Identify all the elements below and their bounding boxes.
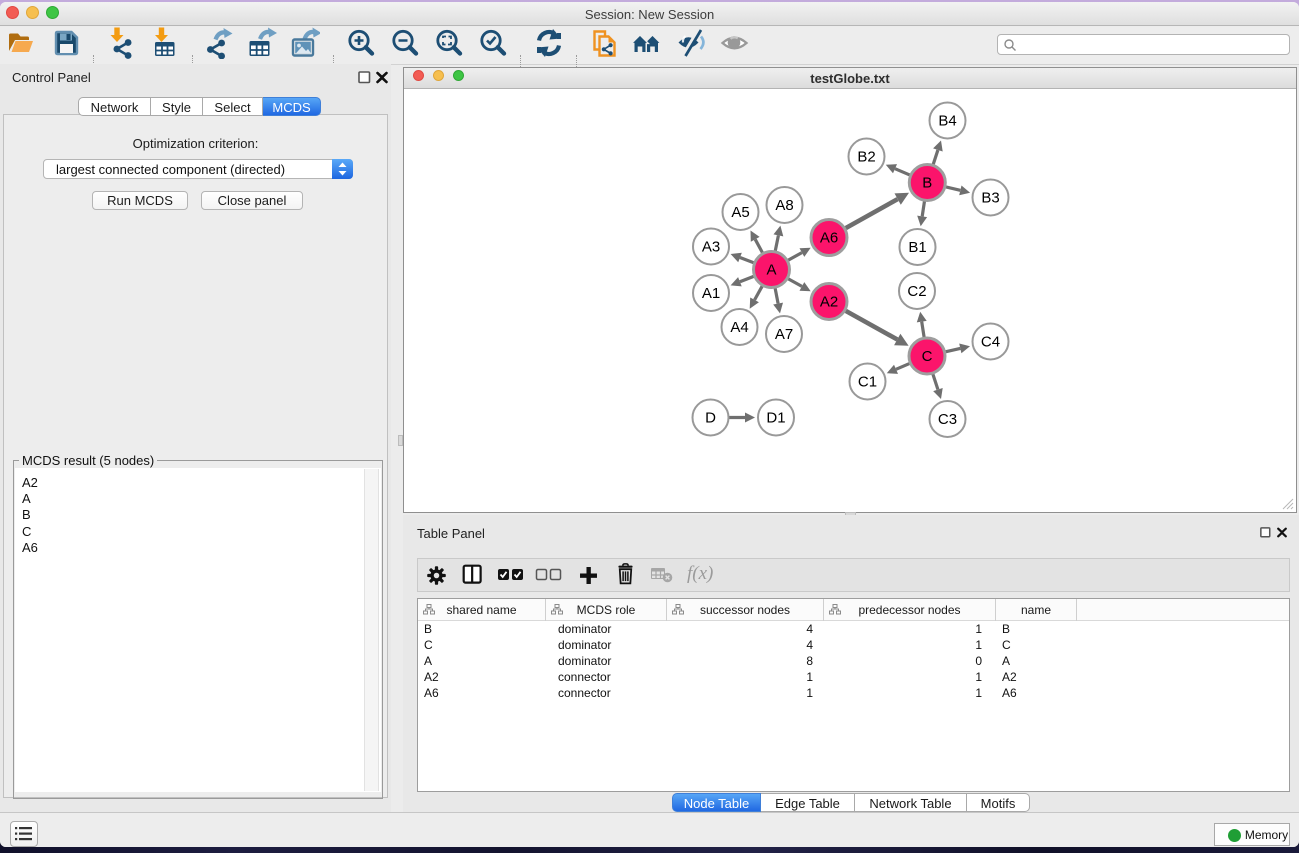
svg-text:C4: C4 — [981, 334, 1000, 351]
svg-text:A1: A1 — [702, 285, 720, 302]
svg-text:C1: C1 — [858, 374, 877, 391]
svg-text:A6: A6 — [820, 230, 838, 247]
svg-text:A4: A4 — [730, 319, 748, 336]
svg-text:C: C — [922, 348, 933, 365]
svg-text:B1: B1 — [908, 239, 926, 256]
svg-text:A3: A3 — [702, 239, 720, 256]
svg-text:C2: C2 — [907, 283, 926, 300]
svg-text:A2: A2 — [820, 294, 838, 311]
svg-text:B2: B2 — [857, 149, 875, 166]
svg-text:A: A — [766, 262, 776, 279]
svg-text:A7: A7 — [775, 326, 793, 343]
svg-text:D1: D1 — [766, 410, 785, 427]
svg-text:D: D — [705, 410, 716, 427]
svg-text:B: B — [922, 175, 932, 192]
svg-text:B4: B4 — [938, 113, 956, 130]
svg-text:A5: A5 — [731, 204, 749, 221]
svg-text:A8: A8 — [775, 197, 793, 214]
svg-text:B3: B3 — [981, 190, 999, 207]
svg-text:C3: C3 — [938, 411, 957, 428]
